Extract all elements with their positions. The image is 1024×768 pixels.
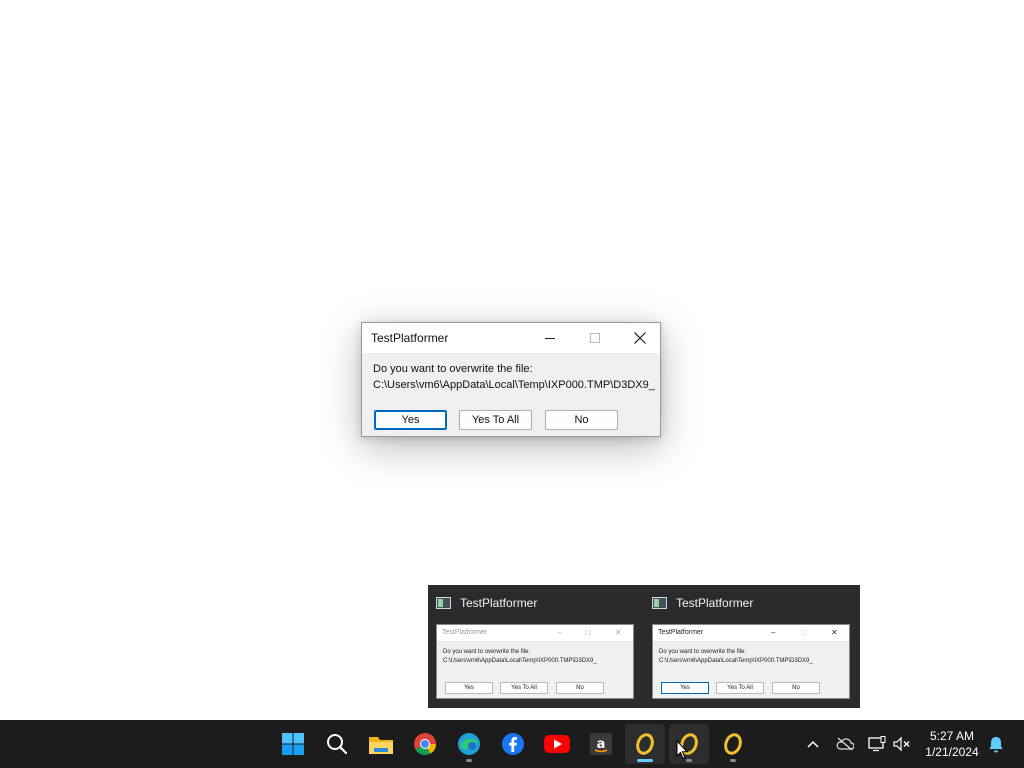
running-indicator (637, 759, 653, 762)
preview-titlebar: TestPlatformer – □ ✕ (653, 625, 849, 641)
taskbar-clock[interactable]: 5:27 AM 1/21/2024 (920, 728, 984, 760)
taskbar: a 5:27 AM 1/21/2024 (0, 720, 1024, 768)
search-icon (327, 734, 348, 755)
notification-bell-icon (989, 736, 1003, 752)
taskbar-youtube[interactable] (537, 724, 577, 764)
volume-button[interactable] (892, 720, 912, 768)
preview-message: Do you want to overwrite the file: C:\Us… (659, 648, 813, 666)
onedrive-offline-icon (836, 737, 854, 751)
close-icon (633, 332, 646, 344)
notifications-button[interactable] (986, 720, 1006, 768)
windows-start-icon (282, 733, 304, 755)
maximize-button (572, 323, 617, 353)
overwrite-dialog: TestPlatformer Do you want to overwrite … (361, 322, 661, 437)
thumbnail-header: TestPlatformer (652, 596, 753, 610)
running-indicator (466, 759, 472, 762)
thumbnail-header: TestPlatformer (436, 596, 537, 610)
preview-no-button: No (556, 682, 604, 694)
dialog-message: Do you want to overwrite the file: C:\Us… (373, 361, 655, 393)
taskbar-chrome[interactable] (405, 724, 445, 764)
thumbnail-preview: TestPlatformer – □ ✕ Do you want to over… (652, 624, 850, 699)
app-window-icon (436, 597, 451, 609)
clock-time: 5:27 AM (929, 729, 975, 743)
taskbar-amazon[interactable]: a (581, 724, 621, 764)
file-explorer-icon (369, 737, 393, 754)
testplatformer-icon (724, 733, 742, 755)
yes-button[interactable]: Yes (374, 410, 447, 430)
chevron-up-icon (807, 740, 819, 748)
minimize-button[interactable] (527, 323, 572, 353)
preview-message: Do you want to overwrite the file: C:\Us… (443, 648, 597, 666)
testplatformer-icon (636, 733, 654, 755)
taskbar-testplatformer-1[interactable] (625, 724, 665, 764)
preview-title: TestPlatformer (442, 629, 488, 636)
preview-close-icon: ✕ (615, 628, 622, 637)
thumbnail-window-2[interactable]: TestPlatformer TestPlatformer – □ ✕ Do y… (644, 585, 859, 708)
no-button[interactable]: No (545, 410, 618, 430)
preview-message-line-1: Do you want to overwrite the file: (443, 649, 531, 655)
mouse-cursor-icon (676, 740, 688, 760)
preview-close-icon: ✕ (831, 628, 838, 637)
message-file-path: C:\Users\vm6\AppData\Local\Temp\IXP000.T… (373, 379, 655, 391)
preview-maximize-icon: □ (801, 628, 806, 637)
dialog-title: TestPlatformer (371, 331, 449, 345)
dialog-titlebar[interactable]: TestPlatformer (362, 323, 660, 353)
clock-date: 1/21/2024 (925, 745, 979, 759)
preview-no-button: No (772, 682, 820, 694)
youtube-icon (544, 735, 570, 753)
thumbnail-window-1[interactable]: TestPlatformer TestPlatformer – □ ✕ Do y… (428, 585, 643, 708)
preview-file-path: C:\Users\vm6\AppData\Local\Temp\IXP000.T… (443, 658, 597, 664)
network-icon (868, 736, 886, 752)
show-hidden-icons-button[interactable] (802, 720, 824, 768)
preview-yes-to-all-button: Yes To All (500, 682, 548, 694)
start-button[interactable] (273, 724, 313, 764)
preview-minimize-icon: – (771, 628, 776, 637)
taskbar-file-explorer[interactable] (361, 724, 401, 764)
taskbar-thumbnail-popup: TestPlatformer TestPlatformer – □ ✕ Do y… (428, 585, 860, 708)
search-button[interactable] (317, 724, 357, 764)
preview-yes-to-all-button: Yes To All (716, 682, 764, 694)
svg-text:a: a (597, 737, 606, 752)
taskbar-edge[interactable] (449, 724, 489, 764)
facebook-icon (502, 733, 524, 755)
thumbnail-title: TestPlatformer (460, 596, 538, 610)
thumbnail-title: TestPlatformer (676, 596, 754, 610)
edge-icon (458, 733, 480, 755)
message-line-1: Do you want to overwrite the file: (373, 363, 533, 375)
maximize-icon (589, 333, 600, 343)
app-window-icon (652, 597, 667, 609)
preview-maximize-icon: □ (585, 628, 590, 637)
taskbar-facebook[interactable] (493, 724, 533, 764)
taskbar-testplatformer-3[interactable] (713, 724, 753, 764)
preview-yes-button: Yes (445, 682, 493, 694)
preview-minimize-icon: – (557, 628, 562, 637)
running-indicator (730, 759, 736, 762)
preview-message-line-1: Do you want to overwrite the file: (659, 649, 747, 655)
network-button[interactable] (866, 720, 888, 768)
amazon-icon: a (590, 733, 612, 755)
chrome-icon (414, 733, 436, 755)
yes-to-all-button[interactable]: Yes To All (459, 410, 532, 430)
volume-muted-icon (893, 736, 910, 752)
taskbar-testplatformer-2[interactable] (669, 724, 709, 764)
preview-yes-button: Yes (661, 682, 709, 694)
close-button[interactable] (617, 323, 662, 353)
minimize-icon (544, 338, 555, 339)
preview-title: TestPlatformer (658, 629, 704, 636)
onedrive-button[interactable] (834, 720, 856, 768)
preview-titlebar: TestPlatformer – □ ✕ (437, 625, 633, 641)
thumbnail-preview: TestPlatformer – □ ✕ Do you want to over… (436, 624, 634, 699)
preview-file-path: C:\Users\vm6\AppData\Local\Temp\IXP000.T… (659, 658, 813, 664)
